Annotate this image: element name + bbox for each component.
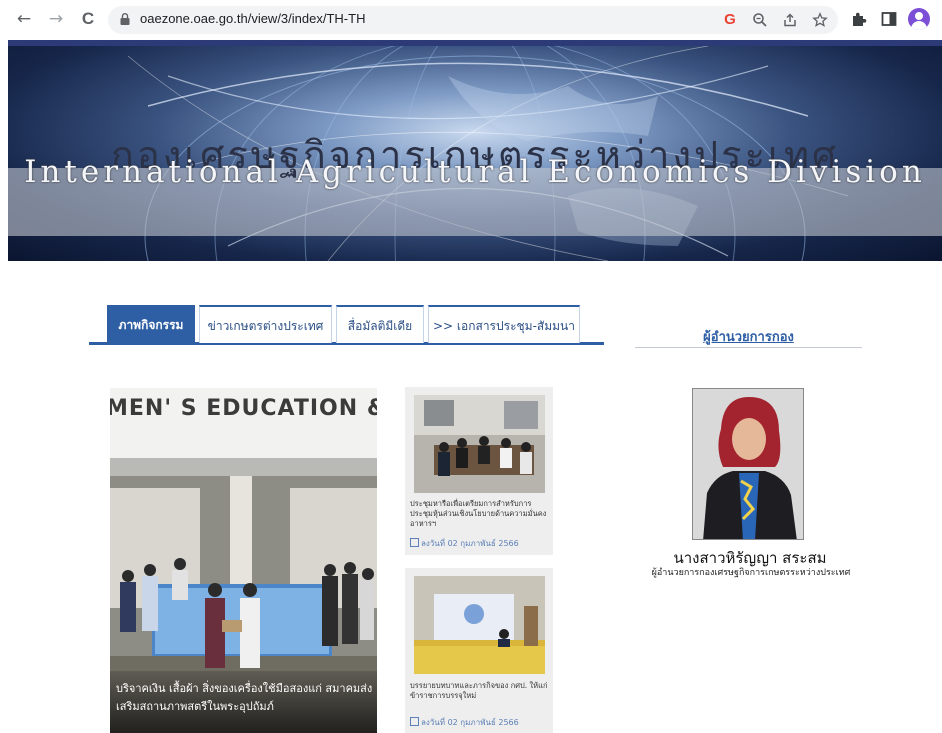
header-banner[interactable]: กองเศรษฐกิจการเกษตรระหว่างประเทศ Interna… xyxy=(8,46,942,261)
director-photo xyxy=(692,388,804,540)
share-icon[interactable] xyxy=(782,12,798,28)
news-card[interactable]: บรรยายบทบาทและภารกิจของ กศป. ให้แก่ข้ารา… xyxy=(405,568,553,733)
browser-toolbar: ← → C oaezone.oae.go.th/view/3/index/TH-… xyxy=(0,0,942,40)
news-thumbnail xyxy=(414,576,545,674)
reload-icon[interactable]: C xyxy=(78,9,98,29)
address-bar[interactable]: oaezone.oae.go.th/view/3/index/TH-TH G xyxy=(108,6,838,34)
back-icon[interactable]: ← xyxy=(14,9,34,29)
bookmark-star-icon[interactable] xyxy=(812,12,828,28)
lock-icon xyxy=(120,13,130,25)
profile-avatar-icon[interactable] xyxy=(908,8,930,30)
news-thumbnail xyxy=(414,395,545,493)
google-icon[interactable]: G xyxy=(722,12,738,28)
featured-news-caption[interactable]: บริจาคเงิน เสื้อผ้า สิ่งของเครื่องใช้มือ… xyxy=(116,680,374,716)
director-heading[interactable]: ผู้อำนวยการกอง xyxy=(635,326,862,347)
tab-meeting-documents[interactable]: >> เอกสารประชุม-สัมมนา xyxy=(428,305,580,343)
extensions-puzzle-icon[interactable] xyxy=(850,10,868,28)
url-text[interactable]: oaezone.oae.go.th/view/3/index/TH-TH xyxy=(140,11,365,26)
tab-activities[interactable]: ภาพกิจกรรม xyxy=(107,305,195,343)
banner-title-english: International Agricultural Economics Div… xyxy=(24,154,926,190)
featured-news-card[interactable]: MEN' S EDUCATION & TR บริจาคเงิน เสื้อผ้… xyxy=(110,388,377,733)
news-date: ลงวันที่ 02 กุมภาพันธ์ 2566 xyxy=(410,716,519,729)
zoom-icon[interactable] xyxy=(752,12,768,28)
director-heading-divider xyxy=(635,347,862,348)
content-tabs: ภาพกิจกรรม ข่าวเกษตรต่างประเทศ สื่อมัลติ… xyxy=(89,305,604,345)
news-caption[interactable]: บรรยายบทบาทและภารกิจของ กศป. ให้แก่ข้ารา… xyxy=(410,681,550,701)
calendar-icon xyxy=(410,717,419,726)
featured-photo-sign: MEN' S EDUCATION & TR xyxy=(110,396,377,421)
news-date: ลงวันที่ 02 กุมภาพันธ์ 2566 xyxy=(410,537,519,550)
forward-icon[interactable]: → xyxy=(46,9,66,29)
director-position: ผู้อำนวยการกองเศรษฐกิจการเกษตรระหว่างประ… xyxy=(651,568,851,578)
calendar-icon xyxy=(410,538,419,547)
news-caption[interactable]: ประชุมหารือเพื่อเตรียมการสำหรับการประชุม… xyxy=(410,499,550,529)
tab-multimedia[interactable]: สื่อมัลติมีเดีย xyxy=(336,305,424,343)
tab-foreign-agri-news[interactable]: ข่าวเกษตรต่างประเทศ xyxy=(199,305,332,343)
side-panel-icon[interactable] xyxy=(880,10,898,28)
news-card[interactable]: ประชุมหารือเพื่อเตรียมการสำหรับการประชุม… xyxy=(405,387,553,555)
